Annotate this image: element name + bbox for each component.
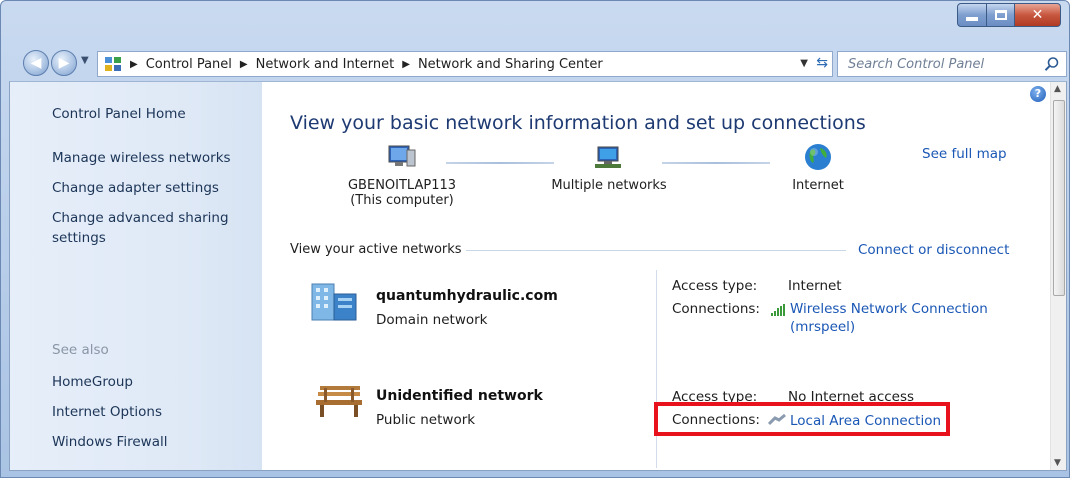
minimize-button[interactable]: [957, 3, 987, 27]
forward-button[interactable]: ▶: [51, 50, 77, 76]
multiple-networks-icon: [595, 146, 621, 168]
map-computer[interactable]: GBENOITLAP113 (This computer): [322, 142, 482, 208]
wireless-connection-name[interactable]: Wireless Network Connection: [790, 300, 988, 318]
map-networks[interactable]: Multiple networks: [534, 142, 684, 193]
breadcrumb-network-sharing-center[interactable]: Network and Sharing Center: [418, 57, 603, 72]
multiple-networks-label: Multiple networks: [551, 178, 667, 193]
internet-options-link[interactable]: Internet Options: [52, 402, 162, 422]
page-title: View your basic network information and …: [290, 112, 866, 134]
network-type-link[interactable]: Public network: [376, 412, 475, 428]
breadcrumb-network-and-internet[interactable]: Network and Internet: [256, 57, 395, 72]
homegroup-link[interactable]: HomeGroup: [52, 372, 133, 392]
computer-icon: [388, 145, 416, 167]
highlight-box: [654, 402, 950, 436]
manage-wireless-networks-link[interactable]: Manage wireless networks: [52, 148, 231, 168]
see-also-heading: See also: [52, 342, 109, 358]
windows-firewall-link[interactable]: Windows Firewall: [52, 432, 167, 452]
search-icon[interactable]: [1044, 56, 1060, 76]
address-bar[interactable]: ▶ Control Panel ▶ Network and Internet ▶…: [97, 51, 833, 77]
computer-subtitle: (This computer): [350, 193, 454, 208]
scrollbar-thumb[interactable]: [1053, 100, 1065, 296]
access-type-label: Access type:: [672, 278, 758, 294]
window: ✕ ◀ ▶ ▼ ▶ Control Panel ▶ Network and In…: [0, 0, 1070, 478]
navigation-bar: ◀ ▶ ▼ ▶ Control Panel ▶ Network and Inte…: [1, 45, 1069, 79]
breadcrumb-separator-icon: ▶: [239, 58, 248, 70]
globe-icon: [805, 144, 831, 170]
minimize-icon: [966, 17, 978, 21]
vertical-divider: [656, 270, 657, 468]
connect-or-disconnect-link[interactable]: Connect or disconnect: [858, 242, 1009, 258]
maximize-icon: [994, 10, 1007, 20]
wireless-signal-icon: [771, 304, 785, 316]
see-full-map-link[interactable]: See full map: [922, 146, 1007, 162]
search-input[interactable]: Search Control Panel: [848, 57, 984, 72]
breadcrumb-separator-icon: ▶: [402, 58, 410, 70]
network-name[interactable]: Unidentified network: [376, 388, 543, 404]
address-dropdown-icon[interactable]: ▼: [800, 58, 808, 69]
map-internet[interactable]: Internet: [768, 142, 868, 193]
wireless-ssid[interactable]: (mrspeel): [790, 318, 988, 336]
network-type-link[interactable]: Domain network: [376, 312, 488, 328]
back-arrow-icon: ◀: [30, 55, 42, 71]
wireless-connection-link[interactable]: Wireless Network Connection (mrspeel): [790, 300, 988, 336]
help-icon[interactable]: ?: [1030, 86, 1046, 102]
section-divider: [466, 250, 846, 251]
connections-label: Connections:: [672, 301, 760, 317]
change-adapter-settings-link[interactable]: Change adapter settings: [52, 178, 219, 198]
network-name[interactable]: quantumhydraulic.com: [376, 288, 558, 304]
back-button[interactable]: ◀: [23, 50, 49, 76]
change-advanced-sharing-link[interactable]: Change advanced sharing settings: [52, 208, 242, 248]
breadcrumb-control-panel[interactable]: Control Panel: [146, 57, 232, 72]
close-icon: ✕: [1031, 7, 1044, 23]
forward-arrow-icon: ▶: [58, 55, 70, 71]
control-panel-icon: [104, 55, 122, 73]
content-pane: Control Panel Home Manage wireless netwo…: [9, 81, 1067, 471]
task-sidebar: Control Panel Home Manage wireless netwo…: [10, 82, 262, 470]
breadcrumb-separator-icon: ▶: [130, 58, 138, 70]
active-networks-heading: View your active networks: [290, 242, 462, 257]
refresh-icon[interactable]: ⇆: [816, 55, 828, 71]
scroll-up-icon[interactable]: ▲: [1054, 84, 1061, 94]
title-bar: ✕: [1, 1, 1069, 41]
recent-pages-dropdown[interactable]: ▼: [81, 55, 89, 66]
computer-name: GBENOITLAP113: [347, 178, 457, 193]
vertical-scrollbar[interactable]: ▲ ▼: [1050, 82, 1066, 470]
maximize-button[interactable]: [987, 3, 1015, 27]
internet-label: Internet: [792, 178, 844, 193]
scroll-down-icon[interactable]: ▼: [1054, 458, 1061, 468]
control-panel-home-link[interactable]: Control Panel Home: [52, 104, 186, 124]
close-button[interactable]: ✕: [1015, 3, 1061, 27]
window-controls: ✕: [957, 3, 1061, 27]
map-connector-line: [662, 162, 770, 164]
domain-network-icon: [311, 283, 357, 321]
search-box[interactable]: Search Control Panel: [837, 51, 1067, 77]
access-type-value: Internet: [788, 278, 842, 294]
public-network-bench-icon: [316, 386, 362, 417]
main-panel: View your basic network information and …: [262, 82, 1052, 470]
